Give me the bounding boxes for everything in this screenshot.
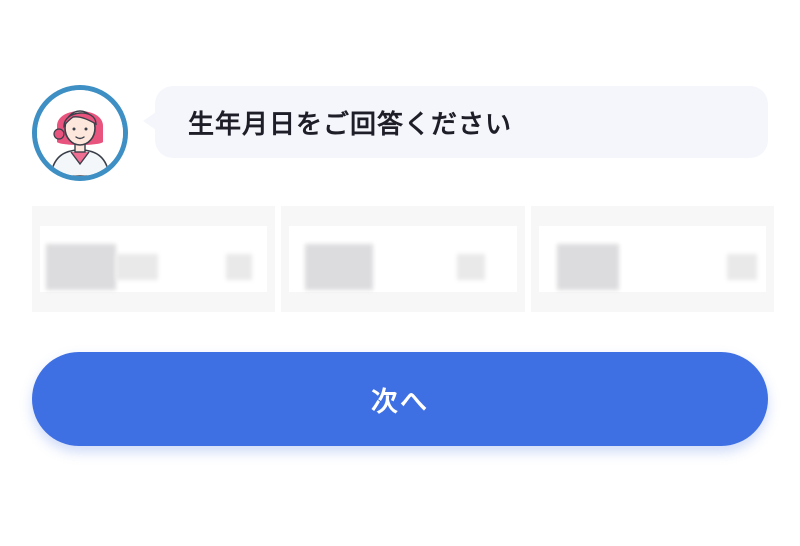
question-bubble: 生年月日をご回答ください	[143, 86, 768, 158]
redacted-value	[46, 244, 116, 290]
redacted-value	[116, 254, 158, 280]
question-text: 生年月日をご回答ください	[188, 109, 513, 140]
screen: 生年月日をご回答ください 次へ	[0, 0, 800, 546]
birthdate-fields	[32, 206, 774, 312]
redacted-value	[457, 254, 486, 280]
birth-month-field[interactable]	[281, 206, 525, 312]
redacted-value	[305, 244, 374, 290]
birth-day-field[interactable]	[530, 206, 774, 312]
redacted-value	[556, 244, 619, 290]
redacted-value	[726, 254, 757, 280]
next-button[interactable]: 次へ	[32, 352, 768, 446]
nurse-avatar-icon	[32, 85, 128, 181]
birth-year-field[interactable]	[32, 206, 276, 312]
redacted-value	[226, 254, 252, 280]
